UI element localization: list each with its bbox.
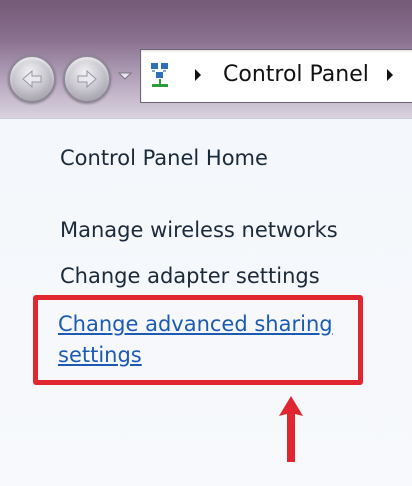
navigation-bar-gloss [0,0,412,40]
address-bar[interactable]: Control Panel [140,49,412,103]
breadcrumb-chevron-icon[interactable] [193,67,203,83]
manage-wireless-networks-link[interactable]: Manage wireless networks [60,218,338,242]
up-arrow-icon [279,396,303,462]
navigation-bar: Control Panel [0,0,412,118]
forward-button[interactable] [63,55,111,103]
back-button[interactable] [8,55,56,103]
network-icon [151,63,168,87]
breadcrumb-control-panel[interactable]: Control Panel [223,62,369,87]
chevron-down-icon[interactable] [118,71,132,81]
change-adapter-settings-link[interactable]: Change adapter settings [60,264,320,288]
forward-arrow-icon [77,69,97,89]
pane-divider [0,118,412,119]
breadcrumb-chevron-icon[interactable] [385,67,395,83]
control-panel-home-link[interactable]: Control Panel Home [60,146,268,170]
highlight-box [33,295,363,385]
back-arrow-icon [22,69,42,89]
